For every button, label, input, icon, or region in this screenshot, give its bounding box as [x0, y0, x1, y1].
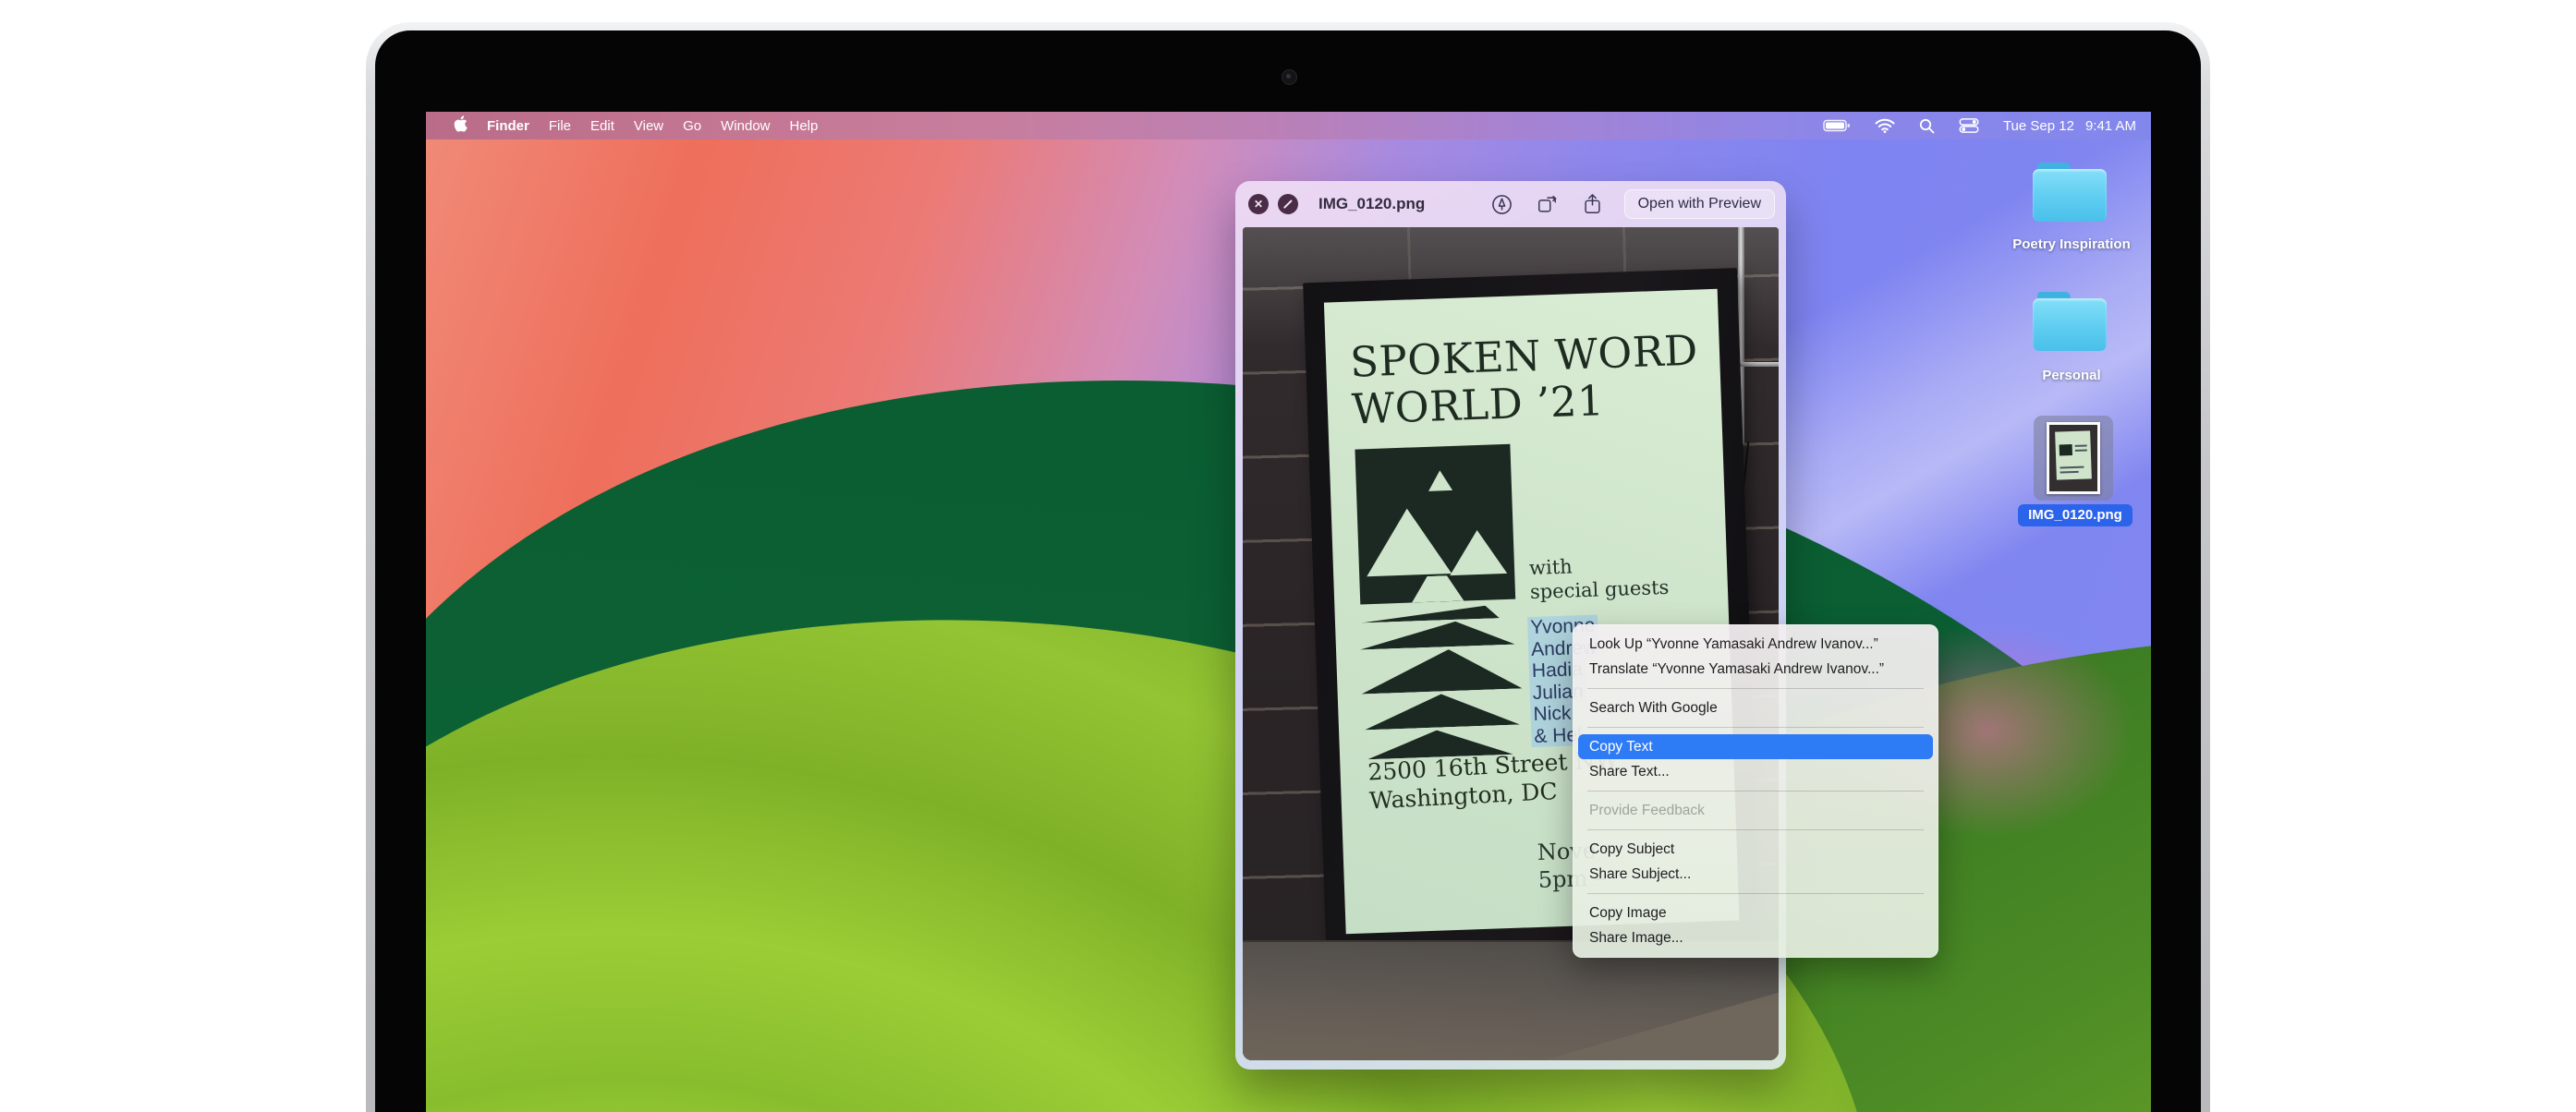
menu-item-file[interactable]: File — [549, 118, 571, 134]
folder-icon — [2033, 163, 2107, 222]
battery-icon[interactable] — [1823, 118, 1851, 133]
clock-date: Tue Sep 12 — [2003, 118, 2074, 134]
share-icon[interactable] — [1583, 193, 1602, 215]
desktop-folder-personal[interactable] — [2033, 292, 2107, 351]
folder-label-poetry[interactable]: Poetry Inspiration — [1992, 236, 2151, 252]
menu-item-window[interactable]: Window — [721, 118, 770, 134]
thumbnail-photo — [2049, 425, 2097, 491]
context-menu: Look Up “Yvonne Yamasaki Andrew Ivanov..… — [1573, 624, 1938, 958]
stage: Finder File Edit View Go Window Help — [0, 0, 2576, 1112]
pavement — [1243, 942, 1779, 1060]
tree-triangle — [1364, 692, 1520, 731]
poster-title: SPOKEN WORDWORLD ’21 — [1349, 327, 1700, 433]
quicklook-titlebar[interactable]: ✕ IMG_0120.png — [1235, 181, 1786, 227]
menu-item-copy-image[interactable]: Copy Image — [1573, 900, 1938, 925]
open-with-preview-button[interactable]: Open with Preview — [1624, 189, 1775, 219]
tree-triangle — [1359, 620, 1515, 650]
stone-base — [1243, 940, 1779, 1060]
menu-bar: Finder File Edit View Go Window Help — [426, 112, 2151, 139]
apple-menu[interactable] — [454, 115, 468, 136]
file-name-label[interactable]: IMG_0120.png — [2018, 504, 2132, 526]
wifi-icon[interactable] — [1875, 118, 1895, 133]
poster-graphic-square — [1355, 444, 1515, 605]
guest-name: Nick — [1530, 702, 1574, 725]
rotate-icon[interactable] — [1537, 194, 1559, 215]
triangle-icon — [1428, 470, 1452, 491]
menu-bar-status: Tue Sep 12 9:41 AM — [1823, 118, 2151, 134]
triangle-icon — [1365, 507, 1452, 576]
menu-item-copy-text[interactable]: Copy Text — [1578, 734, 1933, 759]
file-thumbnail[interactable] — [2047, 422, 2100, 494]
window-title: IMG_0120.png — [1318, 195, 1425, 213]
menu-item-search-with-google[interactable]: Search With Google — [1573, 695, 1938, 720]
close-button[interactable]: ✕ — [1248, 194, 1269, 214]
menu-bar-left: Finder File Edit View Go Window Help — [426, 115, 818, 136]
triangle-icon — [1449, 529, 1508, 575]
apple-icon — [454, 115, 468, 132]
menu-item-provide-feedback: Provide Feedback — [1573, 798, 1938, 823]
clock-time: 9:41 AM — [2085, 118, 2136, 134]
menu-item-look-up[interactable]: Look Up “Yvonne Yamasaki Andrew Ivanov..… — [1573, 632, 1938, 657]
poster-subtitle: withspecial guests — [1529, 551, 1670, 604]
folder-label-personal[interactable]: Personal — [1992, 368, 2151, 383]
menu-item-finder[interactable]: Finder — [487, 118, 529, 134]
fullscreen-button[interactable] — [1278, 194, 1298, 214]
menu-item-share-subject[interactable]: Share Subject... — [1573, 862, 1938, 887]
menu-item-share-image[interactable]: Share Image... — [1573, 925, 1938, 950]
trapezoid-shape — [1396, 574, 1478, 603]
menu-separator — [1587, 829, 1924, 830]
tree-triangle — [1360, 647, 1522, 694]
menu-item-translate[interactable]: Translate “Yvonne Yamasaki Andrew Ivanov… — [1573, 657, 1938, 682]
search-icon[interactable] — [1919, 118, 1935, 134]
menu-item-view[interactable]: View — [634, 118, 663, 134]
folder-icon — [2033, 292, 2107, 351]
control-center-icon[interactable] — [1959, 118, 1979, 133]
menu-bar-clock[interactable]: Tue Sep 12 9:41 AM — [2003, 118, 2136, 134]
menu-separator — [1587, 893, 1924, 894]
desktop-folder-poetry[interactable] — [2033, 163, 2107, 222]
menu-separator — [1587, 791, 1924, 792]
menu-separator — [1587, 688, 1924, 689]
tree-triangle — [1361, 605, 1500, 622]
conduit-bracket — [1738, 362, 1779, 367]
menu-item-copy-subject[interactable]: Copy Subject — [1573, 837, 1938, 862]
webcam — [1282, 69, 1297, 85]
menu-item-share-text[interactable]: Share Text... — [1573, 759, 1938, 784]
menu-separator — [1587, 727, 1924, 728]
markup-icon[interactable] — [1491, 194, 1513, 215]
menu-item-go[interactable]: Go — [683, 118, 701, 134]
menu-item-edit[interactable]: Edit — [590, 118, 614, 134]
menu-item-help[interactable]: Help — [790, 118, 819, 134]
